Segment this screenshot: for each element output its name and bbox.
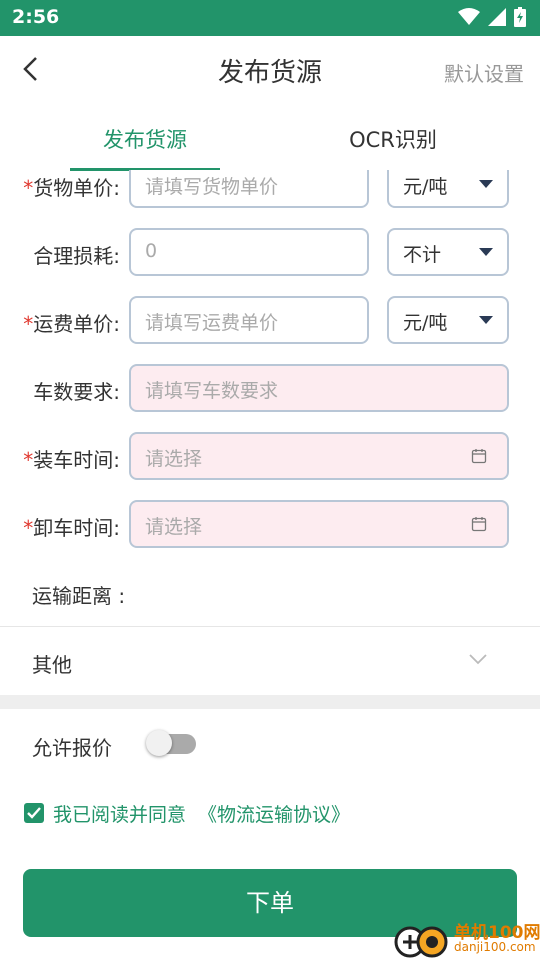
default-settings-button[interactable]: 默认设置 (444, 58, 524, 87)
loss-label: 合理损耗: (33, 244, 120, 268)
unit-price-unit-select[interactable]: 元/吨 (387, 170, 509, 208)
row-truck-count: 车数要求: 请填写车数要求 (0, 364, 540, 416)
agreement-link[interactable]: 《物流运输协议》 (198, 800, 350, 827)
status-icons (458, 7, 526, 27)
freight-price-label: *运费单价: (23, 312, 120, 336)
unload-time-label: *卸车时间: (23, 516, 120, 540)
allow-quote-label: 允许报价 (32, 736, 112, 760)
required-mark: * (23, 516, 34, 540)
agreement-checkbox[interactable] (24, 803, 44, 823)
freight-price-input[interactable]: 请填写运费单价 (129, 296, 369, 344)
row-freight-price: *运费单价: 请填写运费单价 元/吨 (0, 296, 540, 348)
cargo-form: *货物单价: 请填写货物单价 元/吨 合理损耗: 0 不计 *运费单价: 请填写… (0, 170, 540, 626)
truck-count-input[interactable]: 请填写车数要求 (129, 364, 509, 412)
row-unit-price: *货物单价: 请填写货物单价 元/吨 (0, 170, 540, 212)
caret-down-icon (479, 180, 493, 188)
signal-icon (488, 8, 506, 26)
watermark-domain: danji100.com (454, 940, 536, 954)
unit-price-label: *货物单价: (23, 176, 120, 200)
tab-bar: 发布货源 OCR识别 (0, 104, 540, 171)
caret-down-icon (479, 316, 493, 324)
load-time-label: *装车时间: (23, 448, 120, 472)
unload-time-picker[interactable]: 请选择 (129, 500, 509, 548)
agreement-row: 我已阅读并同意 《物流运输协议》 (24, 800, 350, 826)
chevron-down-icon (469, 654, 487, 665)
tab-publish[interactable]: 发布货源 (70, 124, 220, 154)
loss-unit-select[interactable]: 不计 (387, 228, 509, 276)
truck-count-label: 车数要求: (33, 380, 120, 404)
row-unload-time: *卸车时间: 请选择 (0, 500, 540, 552)
watermark-logo-icon (394, 926, 448, 958)
caret-down-icon (479, 248, 493, 256)
row-loss: 合理损耗: 0 不计 (0, 228, 540, 280)
required-mark: * (23, 176, 34, 200)
distance-label: 运输距离 : (32, 584, 126, 608)
checkmark-icon (27, 807, 41, 819)
agreement-text: 我已阅读并同意 (53, 803, 187, 826)
header: 发布货源 默认设置 (0, 36, 540, 104)
status-bar: 2:56 (0, 0, 540, 36)
load-time-picker[interactable]: 请选择 (129, 432, 509, 480)
section-gap (0, 695, 540, 709)
wifi-icon (458, 8, 480, 25)
watermark: 单机100网 danji100.com (392, 918, 540, 960)
loss-input[interactable]: 0 (129, 228, 369, 276)
freight-price-unit-select[interactable]: 元/吨 (387, 296, 509, 344)
battery-icon (514, 7, 526, 27)
other-label: 其他 (32, 653, 72, 677)
calendar-icon (471, 517, 487, 532)
required-mark: * (23, 448, 34, 472)
other-section-toggle[interactable]: 其他 (0, 627, 540, 695)
allow-quote-toggle[interactable] (146, 730, 196, 756)
unit-price-input[interactable]: 请填写货物单价 (129, 170, 369, 208)
status-time: 2:56 (12, 6, 60, 28)
calendar-icon (471, 449, 487, 464)
tab-ocr[interactable]: OCR识别 (318, 124, 468, 154)
toggle-knob (146, 730, 172, 756)
row-load-time: *装车时间: 请选择 (0, 432, 540, 484)
required-mark: * (23, 312, 34, 336)
